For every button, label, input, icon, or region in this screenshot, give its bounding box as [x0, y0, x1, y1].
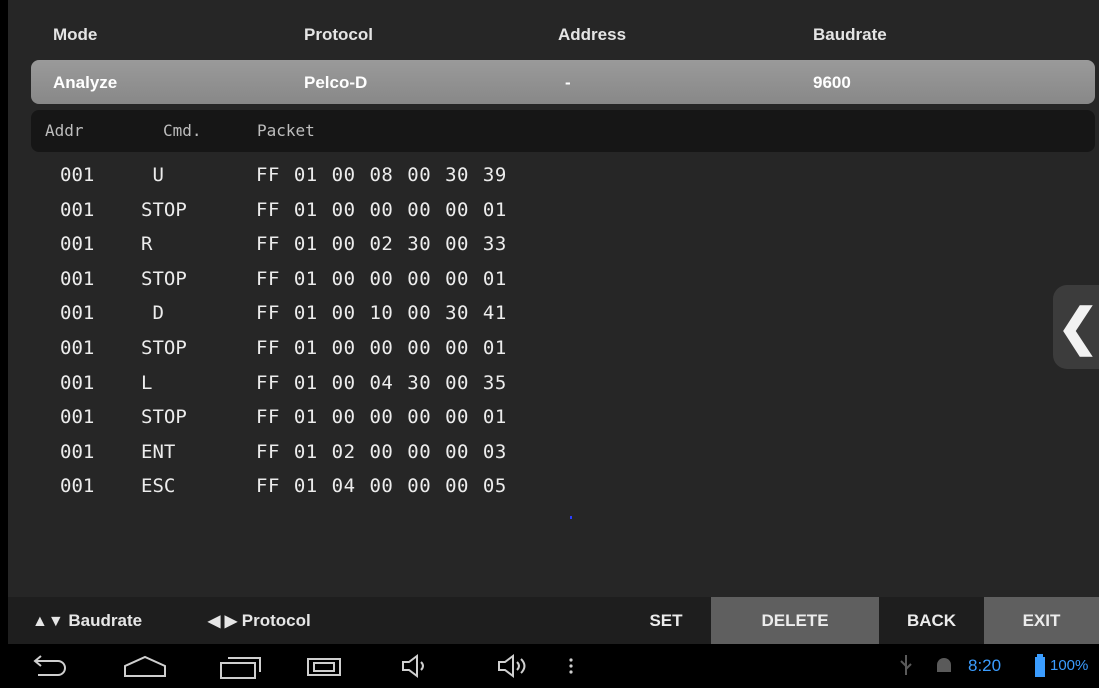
android-debug-icon [937, 658, 951, 672]
row-cmd: STOP [141, 336, 187, 359]
back-button[interactable]: BACK [879, 597, 984, 644]
row-addr: 001 [60, 164, 95, 186]
chevron-left-icon: ❮ [1057, 299, 1099, 355]
row-addr: 001 [60, 233, 95, 256]
battery-level: 100% [1050, 657, 1089, 674]
packet-row: 001 D FF 01 00 10 00 30 41 [8, 296, 1099, 331]
row-cmd: ESC [141, 475, 176, 498]
screenshot-icon[interactable] [304, 652, 344, 680]
packet-list: 001 U FF 01 00 08 00 30 39 001 STOP FF 0… [8, 158, 1099, 504]
address-label: Address [558, 25, 627, 44]
packet-row: 001 L FF 01 00 04 30 00 35 [8, 366, 1099, 401]
row-cmd: STOP [141, 406, 187, 429]
row-packet: FF 01 04 00 00 00 05 [256, 475, 507, 498]
up-down-arrows-icon: ▲▼ [32, 613, 64, 630]
row-addr: 001 [60, 371, 95, 394]
exit-button[interactable]: EXIT [984, 597, 1099, 644]
row-addr: 001 [60, 267, 95, 290]
set-button[interactable]: SET [616, 597, 716, 644]
volume-up-icon[interactable] [496, 652, 532, 680]
row-packet: FF 01 00 00 00 00 01 [256, 336, 507, 359]
app-window: Mode Protocol Address Baudrate Analyze P… [8, 0, 1099, 644]
cmd-column-header: Cmd. [163, 121, 202, 140]
row-packet: FF 01 00 00 00 00 01 [256, 267, 507, 290]
row-cmd: STOP [141, 267, 187, 290]
delete-button[interactable]: DELETE [711, 597, 879, 644]
settings-header: Mode Protocol Address Baudrate [8, 0, 1099, 58]
baudrate-hint-label: Baudrate [68, 611, 143, 630]
row-addr: 001 [60, 406, 95, 429]
row-packet: FF 01 00 02 30 00 33 [256, 233, 507, 256]
row-addr: 001 [60, 475, 95, 498]
row-packet: FF 01 00 00 00 00 01 [256, 406, 507, 429]
packet-row: 001 R FF 01 00 02 30 00 33 [8, 227, 1099, 262]
addr-column-header: Addr [45, 121, 84, 140]
baudrate-label: Baudrate [813, 25, 887, 44]
row-addr: 001 [60, 336, 95, 359]
settings-row[interactable]: Analyze Pelco-D - 9600 [31, 60, 1095, 104]
row-addr: 001 [60, 198, 95, 221]
protocol-label: Protocol [304, 25, 373, 44]
baudrate-value: 9600 [813, 73, 851, 92]
home-icon[interactable] [122, 652, 168, 680]
protocol-hint: ◀ ▶ Protocol [208, 611, 311, 631]
back-icon[interactable] [30, 652, 68, 680]
packet-row: 001 STOP FF 01 00 00 00 00 01 [8, 193, 1099, 228]
row-packet: FF 01 00 00 00 00 01 [256, 198, 507, 221]
row-cmd: L [141, 371, 153, 394]
row-cmd: R [141, 233, 153, 256]
cursor-mark [570, 516, 572, 519]
address-value: - [565, 73, 571, 92]
left-right-arrows-icon: ◀ ▶ [208, 613, 238, 630]
packet-row: 001 U FF 01 00 08 00 30 39 [8, 158, 1099, 193]
battery-icon [1035, 654, 1045, 677]
packet-row: 001 STOP FF 01 00 00 00 00 01 [8, 331, 1099, 366]
usb-icon [900, 655, 912, 675]
protocol-hint-label: Protocol [241, 611, 311, 630]
row-packet: FF 01 00 10 00 30 41 [256, 302, 507, 325]
row-packet: FF 01 00 04 30 00 35 [256, 371, 507, 394]
row-addr: 001 [60, 440, 95, 463]
overflow-menu-icon[interactable] [566, 652, 576, 680]
system-nav-bar: 8:20 100% [0, 644, 1099, 688]
packet-row: 001 STOP FF 01 00 00 00 00 01 [8, 262, 1099, 297]
row-packet: FF 01 02 00 00 00 03 [256, 440, 507, 463]
side-panel-tab[interactable]: ❮ [1053, 285, 1099, 369]
packet-table-header: Addr Cmd. Packet [31, 110, 1095, 152]
row-cmd: ENT [141, 440, 176, 463]
baudrate-hint: ▲▼ Baudrate [32, 611, 142, 631]
key-bar: ▲▼ Baudrate ◀ ▶ Protocol SET DELETE BACK… [8, 597, 1099, 644]
recent-apps-icon[interactable] [218, 652, 264, 680]
packet-row: 001 ENT FF 01 02 00 00 00 03 [8, 435, 1099, 470]
protocol-value: Pelco-D [304, 73, 368, 92]
row-addr: 001 [60, 302, 95, 325]
mode-label: Mode [53, 25, 98, 44]
packet-row: 001 ESC FF 01 04 00 00 00 05 [8, 469, 1099, 504]
row-cmd: U [141, 164, 164, 186]
clock: 8:20 [968, 656, 1002, 675]
packet-row: 001 STOP FF 01 00 00 00 00 01 [8, 400, 1099, 435]
mode-value: Analyze [53, 73, 118, 92]
row-cmd: D [141, 302, 164, 325]
row-packet: FF 01 00 08 00 30 39 [256, 164, 507, 186]
volume-down-icon[interactable] [400, 652, 430, 680]
row-cmd: STOP [141, 198, 187, 221]
packet-column-header: Packet [257, 121, 315, 140]
